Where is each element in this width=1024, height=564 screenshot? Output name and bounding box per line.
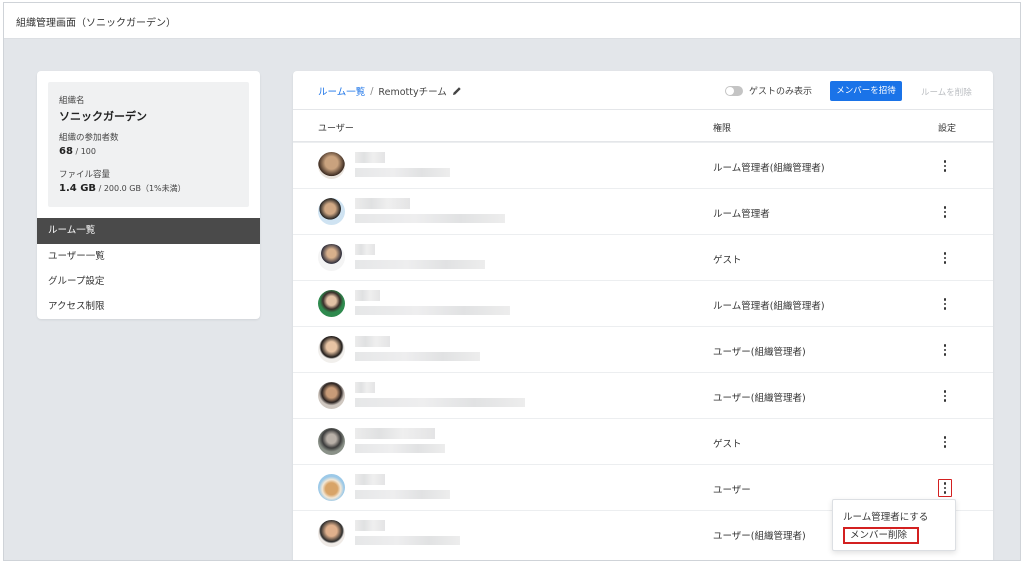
role-text: ユーザー(組織管理者) <box>713 393 806 404</box>
more-options-icon[interactable] <box>938 479 952 497</box>
blurred-user-name <box>355 382 375 393</box>
members-count: 68 / 100 <box>59 146 96 157</box>
blurred-user-name <box>355 290 380 301</box>
invite-member-button[interactable]: メンバーを招待 <box>830 81 902 101</box>
blurred-user-name <box>355 428 435 439</box>
role-text: ゲスト <box>713 439 742 450</box>
blurred-user-name <box>355 244 375 255</box>
breadcrumb-current-room: Remottyチーム <box>378 87 447 98</box>
app-window: 組織管理画面（ソニックガーデン） 組織名 ソニックガーデン 組織の参加者数 68… <box>3 2 1021 561</box>
more-options-icon[interactable] <box>938 295 952 313</box>
org-name-label: 組織名 <box>59 96 85 106</box>
delete-room-button[interactable]: ルームを削除 <box>921 86 972 98</box>
blurred-user-name <box>355 152 385 163</box>
blurred-user-email <box>355 306 510 315</box>
table-row: ルーム管理者(組織管理者) <box>293 142 993 188</box>
avatar <box>318 152 345 179</box>
breadcrumb-rooms-link[interactable]: ルーム一覧 <box>318 84 365 98</box>
blurred-user-email <box>355 214 505 223</box>
more-options-icon[interactable] <box>938 249 952 267</box>
sidebar-item-groups[interactable]: グループ設定 <box>37 269 260 295</box>
table-row: ユーザー(組織管理者) <box>293 372 993 418</box>
menu-item-make-room-admin[interactable]: ルーム管理者にする <box>843 509 928 523</box>
blurred-user-email <box>355 352 480 361</box>
storage-label: ファイル容量 <box>59 170 111 180</box>
room-members-panel: ルーム一覧 / Remottyチーム ゲストのみ表示 メンバーを招待 ルームを削… <box>293 71 993 560</box>
sidebar-item-access[interactable]: アクセス制限 <box>37 294 260 319</box>
more-options-icon[interactable] <box>938 203 952 221</box>
pencil-icon[interactable] <box>452 86 462 96</box>
window-title: 組織管理画面（ソニックガーデン） <box>16 18 176 29</box>
breadcrumb: ルーム一覧 / Remottyチーム <box>318 84 462 98</box>
blurred-user-email <box>355 260 485 269</box>
blurred-user-email <box>355 168 450 177</box>
avatar <box>318 474 345 501</box>
column-header-role: 権限 <box>713 124 732 134</box>
guest-only-toggle-group: ゲストのみ表示 <box>725 84 812 97</box>
role-text: ユーザー(組織管理者) <box>713 531 806 542</box>
role-text: ルーム管理者 <box>713 209 770 220</box>
top-bar: 組織管理画面（ソニックガーデン） <box>4 3 1020 39</box>
role-text: ルーム管理者(組織管理者) <box>713 301 825 312</box>
avatar <box>318 382 345 409</box>
blurred-user-email <box>355 444 445 453</box>
more-options-icon[interactable] <box>938 341 952 359</box>
role-text: ルーム管理者(組織管理者) <box>713 163 825 174</box>
blurred-user-name <box>355 336 390 347</box>
role-text: ユーザー <box>713 485 751 496</box>
members-label: 組織の参加者数 <box>59 133 119 143</box>
avatar <box>318 520 345 547</box>
row-context-menu: ルーム管理者にする メンバー削除 <box>832 499 956 551</box>
column-header-settings: 設定 <box>938 124 957 134</box>
table-row: ゲスト <box>293 418 993 464</box>
more-options-icon[interactable] <box>938 387 952 405</box>
org-name: ソニックガーデン <box>59 110 147 123</box>
column-header-user: ユーザー <box>318 124 354 134</box>
role-text: ゲスト <box>713 255 742 266</box>
menu-item-remove-member[interactable]: メンバー削除 <box>843 527 920 544</box>
table-row: ゲスト <box>293 234 993 280</box>
sidebar-item-rooms[interactable]: ルーム一覧 <box>37 218 260 244</box>
more-options-icon[interactable] <box>938 433 952 451</box>
org-info-panel: 組織名 ソニックガーデン 組織の参加者数 68 / 100 ファイル容量 1.4… <box>37 71 260 319</box>
blurred-user-name <box>355 198 410 209</box>
avatar <box>318 428 345 455</box>
table-row: ユーザー(組織管理者) <box>293 326 993 372</box>
table-row: ルーム管理者 <box>293 188 993 234</box>
header-divider <box>293 109 993 110</box>
sidebar-item-users[interactable]: ユーザー一覧 <box>37 244 260 270</box>
org-summary-box: 組織名 ソニックガーデン 組織の参加者数 68 / 100 ファイル容量 1.4… <box>48 82 249 207</box>
avatar <box>318 198 345 225</box>
guest-only-toggle[interactable] <box>725 85 743 96</box>
avatar <box>318 290 345 317</box>
breadcrumb-separator: / <box>370 85 374 97</box>
blurred-user-email <box>355 490 450 499</box>
blurred-user-email <box>355 536 460 545</box>
blurred-user-email <box>355 398 525 407</box>
guest-only-label: ゲストのみ表示 <box>749 87 813 97</box>
table-row: ルーム管理者(組織管理者) <box>293 280 993 326</box>
storage-usage: 1.4 GB / 200.0 GB（1%未満） <box>59 183 186 194</box>
blurred-user-name <box>355 474 385 485</box>
avatar <box>318 244 345 271</box>
role-text: ユーザー(組織管理者) <box>713 347 806 358</box>
avatar <box>318 336 345 363</box>
more-options-icon[interactable] <box>938 157 952 175</box>
blurred-user-name <box>355 520 385 531</box>
